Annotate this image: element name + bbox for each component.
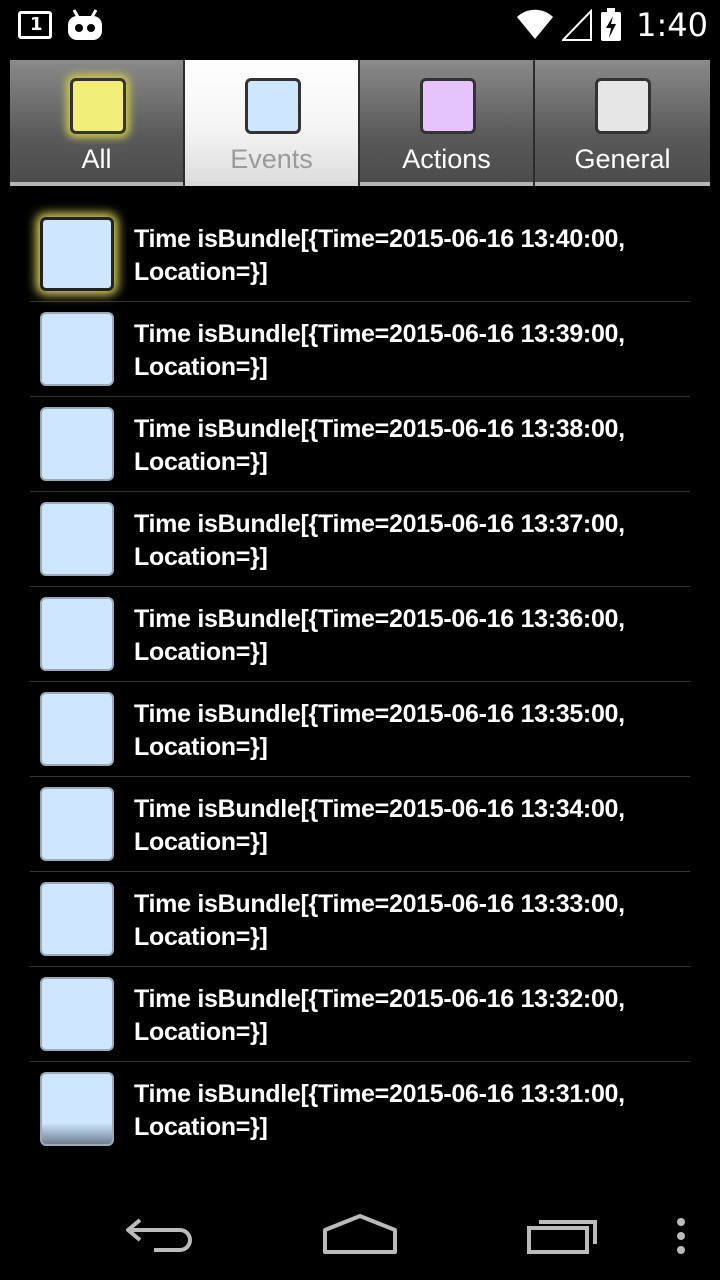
recents-icon[interactable] xyxy=(526,1214,600,1256)
event-color-icon xyxy=(40,1072,114,1146)
event-text: Time isBundle[{Time=2015-06-16 13:34:00,… xyxy=(134,795,625,856)
list-item[interactable]: Time isBundle[{Time=2015-06-16 13:33:00,… xyxy=(30,872,690,967)
cyanogen-icon xyxy=(68,9,102,40)
battery-icon xyxy=(601,8,622,41)
tab-label: All xyxy=(81,144,112,174)
list-item[interactable]: Time isBundle[{Time=2015-06-16 13:37:00,… xyxy=(30,492,690,587)
home-icon[interactable] xyxy=(322,1212,398,1256)
back-icon[interactable] xyxy=(124,1214,196,1254)
list-item[interactable]: Time isBundle[{Time=2015-06-16 13:32:00,… xyxy=(30,967,690,1062)
event-color-icon xyxy=(40,217,114,291)
tab-general[interactable]: General xyxy=(535,60,710,186)
tab-events[interactable]: Events xyxy=(185,60,360,186)
overflow-menu-icon[interactable] xyxy=(674,1216,688,1256)
event-text: Time isBundle[{Time=2015-06-16 13:40:00,… xyxy=(134,225,625,286)
event-color-icon xyxy=(40,692,114,766)
event-text: Time isBundle[{Time=2015-06-16 13:33:00,… xyxy=(134,890,625,951)
event-color-icon xyxy=(40,882,114,956)
event-color-icon xyxy=(40,502,114,576)
event-color-icon xyxy=(40,597,114,671)
tab-indicator xyxy=(360,182,533,186)
event-color-icon xyxy=(40,312,114,386)
event-text: Time isBundle[{Time=2015-06-16 13:39:00,… xyxy=(134,320,625,381)
status-bar: 1 1:40 xyxy=(0,0,720,50)
list-item[interactable]: Time isBundle[{Time=2015-06-16 13:36:00,… xyxy=(30,587,690,682)
list-item[interactable]: Time isBundle[{Time=2015-06-16 13:34:00,… xyxy=(30,777,690,872)
event-color-icon xyxy=(40,407,114,481)
notification-count: 1 xyxy=(30,14,43,35)
color-swatch-icon xyxy=(245,78,301,134)
list-item[interactable]: Time isBundle[{Time=2015-06-16 13:31:00,… xyxy=(30,1062,690,1157)
event-list: Time isBundle[{Time=2015-06-16 13:40:00,… xyxy=(30,207,690,1157)
tab-label: Events xyxy=(230,144,313,174)
tab-indicator xyxy=(10,182,183,186)
color-swatch-icon xyxy=(70,78,126,134)
list-item[interactable]: Time isBundle[{Time=2015-06-16 13:38:00,… xyxy=(30,397,690,492)
navigation-bar xyxy=(0,1190,720,1280)
wifi-icon xyxy=(517,9,554,40)
event-color-icon xyxy=(40,787,114,861)
filter-tab-bar: All Events Actions General xyxy=(10,60,710,186)
color-swatch-icon xyxy=(420,78,476,134)
color-swatch-icon xyxy=(595,78,651,134)
event-text: Time isBundle[{Time=2015-06-16 13:32:00,… xyxy=(134,985,625,1046)
event-text: Time isBundle[{Time=2015-06-16 13:37:00,… xyxy=(134,510,625,571)
tab-label: Actions xyxy=(402,144,491,174)
list-item[interactable]: Time isBundle[{Time=2015-06-16 13:35:00,… xyxy=(30,682,690,777)
tab-indicator xyxy=(535,182,710,186)
tab-all[interactable]: All xyxy=(10,60,185,186)
list-item[interactable]: Time isBundle[{Time=2015-06-16 13:40:00,… xyxy=(30,207,690,302)
tab-label: General xyxy=(574,144,671,174)
notification-icon: 1 xyxy=(18,11,52,39)
event-text: Time isBundle[{Time=2015-06-16 13:36:00,… xyxy=(134,605,625,666)
tab-indicator xyxy=(185,181,358,186)
signal-icon xyxy=(562,9,593,41)
event-text: Time isBundle[{Time=2015-06-16 13:35:00,… xyxy=(134,700,625,761)
event-text: Time isBundle[{Time=2015-06-16 13:31:00,… xyxy=(134,1080,625,1141)
event-color-icon xyxy=(40,977,114,1051)
event-text: Time isBundle[{Time=2015-06-16 13:38:00,… xyxy=(134,415,625,476)
clock: 1:40 xyxy=(636,6,708,44)
list-item[interactable]: Time isBundle[{Time=2015-06-16 13:39:00,… xyxy=(30,302,690,397)
tab-actions[interactable]: Actions xyxy=(360,60,535,186)
